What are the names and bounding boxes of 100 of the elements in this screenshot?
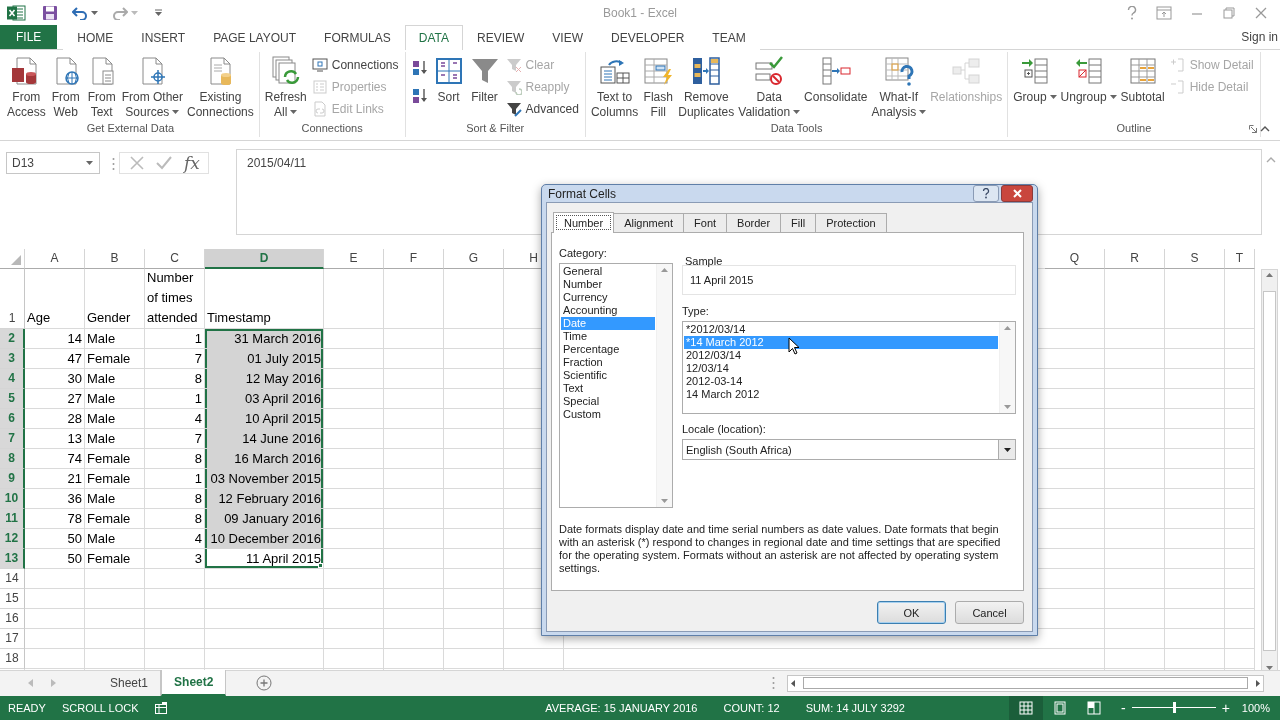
row-header[interactable]: 9 [0, 468, 25, 489]
ribbon-tab[interactable]: DATA [404, 25, 463, 50]
locale-dropdown[interactable]: English (South Africa) [682, 439, 1016, 460]
text-to-columns-button[interactable]: Text to Columns [588, 53, 641, 121]
close-button[interactable] [1001, 185, 1033, 202]
remove-duplicates-button[interactable]: Remove Duplicates [676, 53, 737, 121]
category-item[interactable]: Percentage [561, 343, 655, 356]
group-button[interactable]: Group [1011, 53, 1059, 106]
type-list[interactable]: *2012/03/14 *14 March 2012 2012/03/14 12/03/14 2012-03-14 14 March 2012 [682, 321, 1016, 414]
dialog-tab[interactable]: Number [553, 212, 615, 233]
scroll-thumb[interactable] [803, 677, 1248, 690]
row-header[interactable]: 15 [0, 588, 25, 609]
scroll-up-icon[interactable] [1004, 326, 1011, 330]
previous-sheet-icon[interactable] [28, 679, 33, 688]
category-item[interactable]: Fraction [561, 356, 655, 369]
from-web-button[interactable]: From Web [47, 53, 84, 121]
column-header[interactable]: F [384, 248, 444, 269]
collapse-icon[interactable] [1266, 156, 1276, 163]
view-button[interactable] [1009, 696, 1043, 720]
row-header[interactable]: 13 [0, 548, 25, 569]
dialog-button[interactable]: Cancel [955, 601, 1024, 624]
save-icon[interactable] [42, 4, 58, 21]
row-header[interactable]: 16 [0, 608, 25, 629]
category-item[interactable]: Text [561, 382, 655, 395]
type-item[interactable]: 14 March 2012 [684, 388, 998, 401]
scroll-left-icon[interactable] [791, 679, 795, 687]
dialog-tab[interactable]: Border [726, 213, 782, 232]
column-header[interactable]: R [1105, 248, 1165, 269]
category-item[interactable]: Number [561, 278, 655, 291]
drag-handle-icon[interactable] [772, 676, 775, 691]
horizontal-scrollbar[interactable] [787, 674, 1264, 692]
add-sheet-icon[interactable] [256, 675, 273, 692]
scroll-up-icon[interactable] [1266, 272, 1273, 277]
refresh-all-button[interactable]: Refresh All [262, 53, 309, 121]
from-text-button[interactable]: From Text [83, 53, 120, 121]
undo-icon[interactable] [72, 5, 88, 20]
spreadsheet-logo-icon[interactable] [6, 3, 26, 22]
drag-handle-icon[interactable] [112, 156, 115, 171]
scroll-up-icon[interactable] [661, 268, 668, 272]
scroll-thumb[interactable] [1263, 291, 1276, 652]
row-header[interactable]: 17 [0, 628, 25, 649]
row-header[interactable]: 7 [0, 428, 25, 449]
advanced-button[interactable]: Advanced [502, 97, 582, 120]
column-header[interactable]: B [85, 248, 145, 269]
zoom-slider-thumb[interactable] [1172, 702, 1176, 714]
row-header[interactable]: 1 [0, 268, 25, 329]
category-item[interactable]: Time [561, 330, 655, 343]
column-header[interactable]: A [25, 248, 85, 269]
row-header[interactable]: 6 [0, 408, 25, 429]
name-box[interactable]: D13 [6, 151, 100, 174]
column-header[interactable]: G [444, 248, 504, 269]
macro-recording-icon[interactable] [154, 702, 167, 714]
column-header[interactable]: Q [1045, 248, 1105, 269]
from-access-button[interactable]: From Access [5, 53, 48, 121]
redo-icon[interactable] [112, 5, 128, 20]
next-sheet-icon[interactable] [51, 679, 56, 688]
from-other-sources-button[interactable]: From Other Sources [119, 53, 186, 121]
filter-button[interactable]: Filter [466, 53, 503, 106]
category-item[interactable]: Accounting [561, 304, 655, 317]
row-header[interactable]: 8 [0, 448, 25, 469]
row-header[interactable]: 5 [0, 388, 25, 409]
dialog-tab[interactable]: Fill [780, 213, 817, 232]
column-header[interactable]: T [1225, 248, 1255, 269]
row-header[interactable]: 4 [0, 368, 25, 389]
data-validation-button[interactable]: Data Validation [736, 53, 803, 121]
category-item[interactable]: Custom [561, 408, 655, 421]
vertical-scrollbar[interactable] [1261, 268, 1278, 670]
type-item[interactable]: 2012-03-14 [684, 375, 998, 388]
dialog-launcher-icon[interactable] [1248, 124, 1257, 133]
sort-button[interactable]: Sort [430, 53, 467, 106]
file-tab[interactable]: FILE [0, 25, 58, 49]
consolidate-button[interactable]: Consolidate [802, 53, 870, 106]
enter-check-icon[interactable] [156, 155, 172, 170]
category-item[interactable]: Currency [561, 291, 655, 304]
subtotal-button[interactable]: Subtotal [1118, 53, 1167, 106]
restore-icon[interactable] [1222, 5, 1236, 20]
scroll-right-icon[interactable] [1256, 679, 1260, 687]
sign-in-link[interactable]: Sign in [1241, 29, 1280, 44]
dialog-tab[interactable]: Alignment [613, 213, 685, 232]
scroll-down-icon[interactable] [1004, 405, 1011, 409]
type-item[interactable]: 12/03/14 [684, 362, 998, 375]
select-all-icon[interactable] [11, 254, 21, 265]
row-header[interactable]: 10 [0, 488, 25, 509]
zoom-out-button[interactable]: - [1117, 700, 1130, 716]
row-header[interactable]: 12 [0, 528, 25, 549]
connections-button[interactable]: Connections [308, 53, 402, 76]
column-header[interactable]: S [1165, 248, 1225, 269]
insert-function-button[interactable]: fx [184, 153, 200, 172]
dialog-button[interactable]: OK [877, 601, 946, 624]
ribbon-display-icon[interactable] [1156, 5, 1172, 20]
existing-connections-button[interactable]: Existing Connections [185, 53, 256, 121]
category-item[interactable]: Scientific [561, 369, 655, 382]
scroll-down-icon[interactable] [661, 499, 668, 503]
row-header[interactable]: 14 [0, 568, 25, 589]
close-icon[interactable] [1254, 5, 1268, 20]
category-list[interactable]: General Number Currency Accounting Date Time Percentage Fraction Scientific Text Special Custom [559, 263, 673, 508]
row-header[interactable]: 2 [0, 328, 25, 349]
collapse-ribbon-icon[interactable] [1260, 125, 1270, 132]
column-header[interactable]: E [324, 248, 384, 269]
what-if-analysis-button[interactable]: What-If Analysis [869, 53, 929, 121]
